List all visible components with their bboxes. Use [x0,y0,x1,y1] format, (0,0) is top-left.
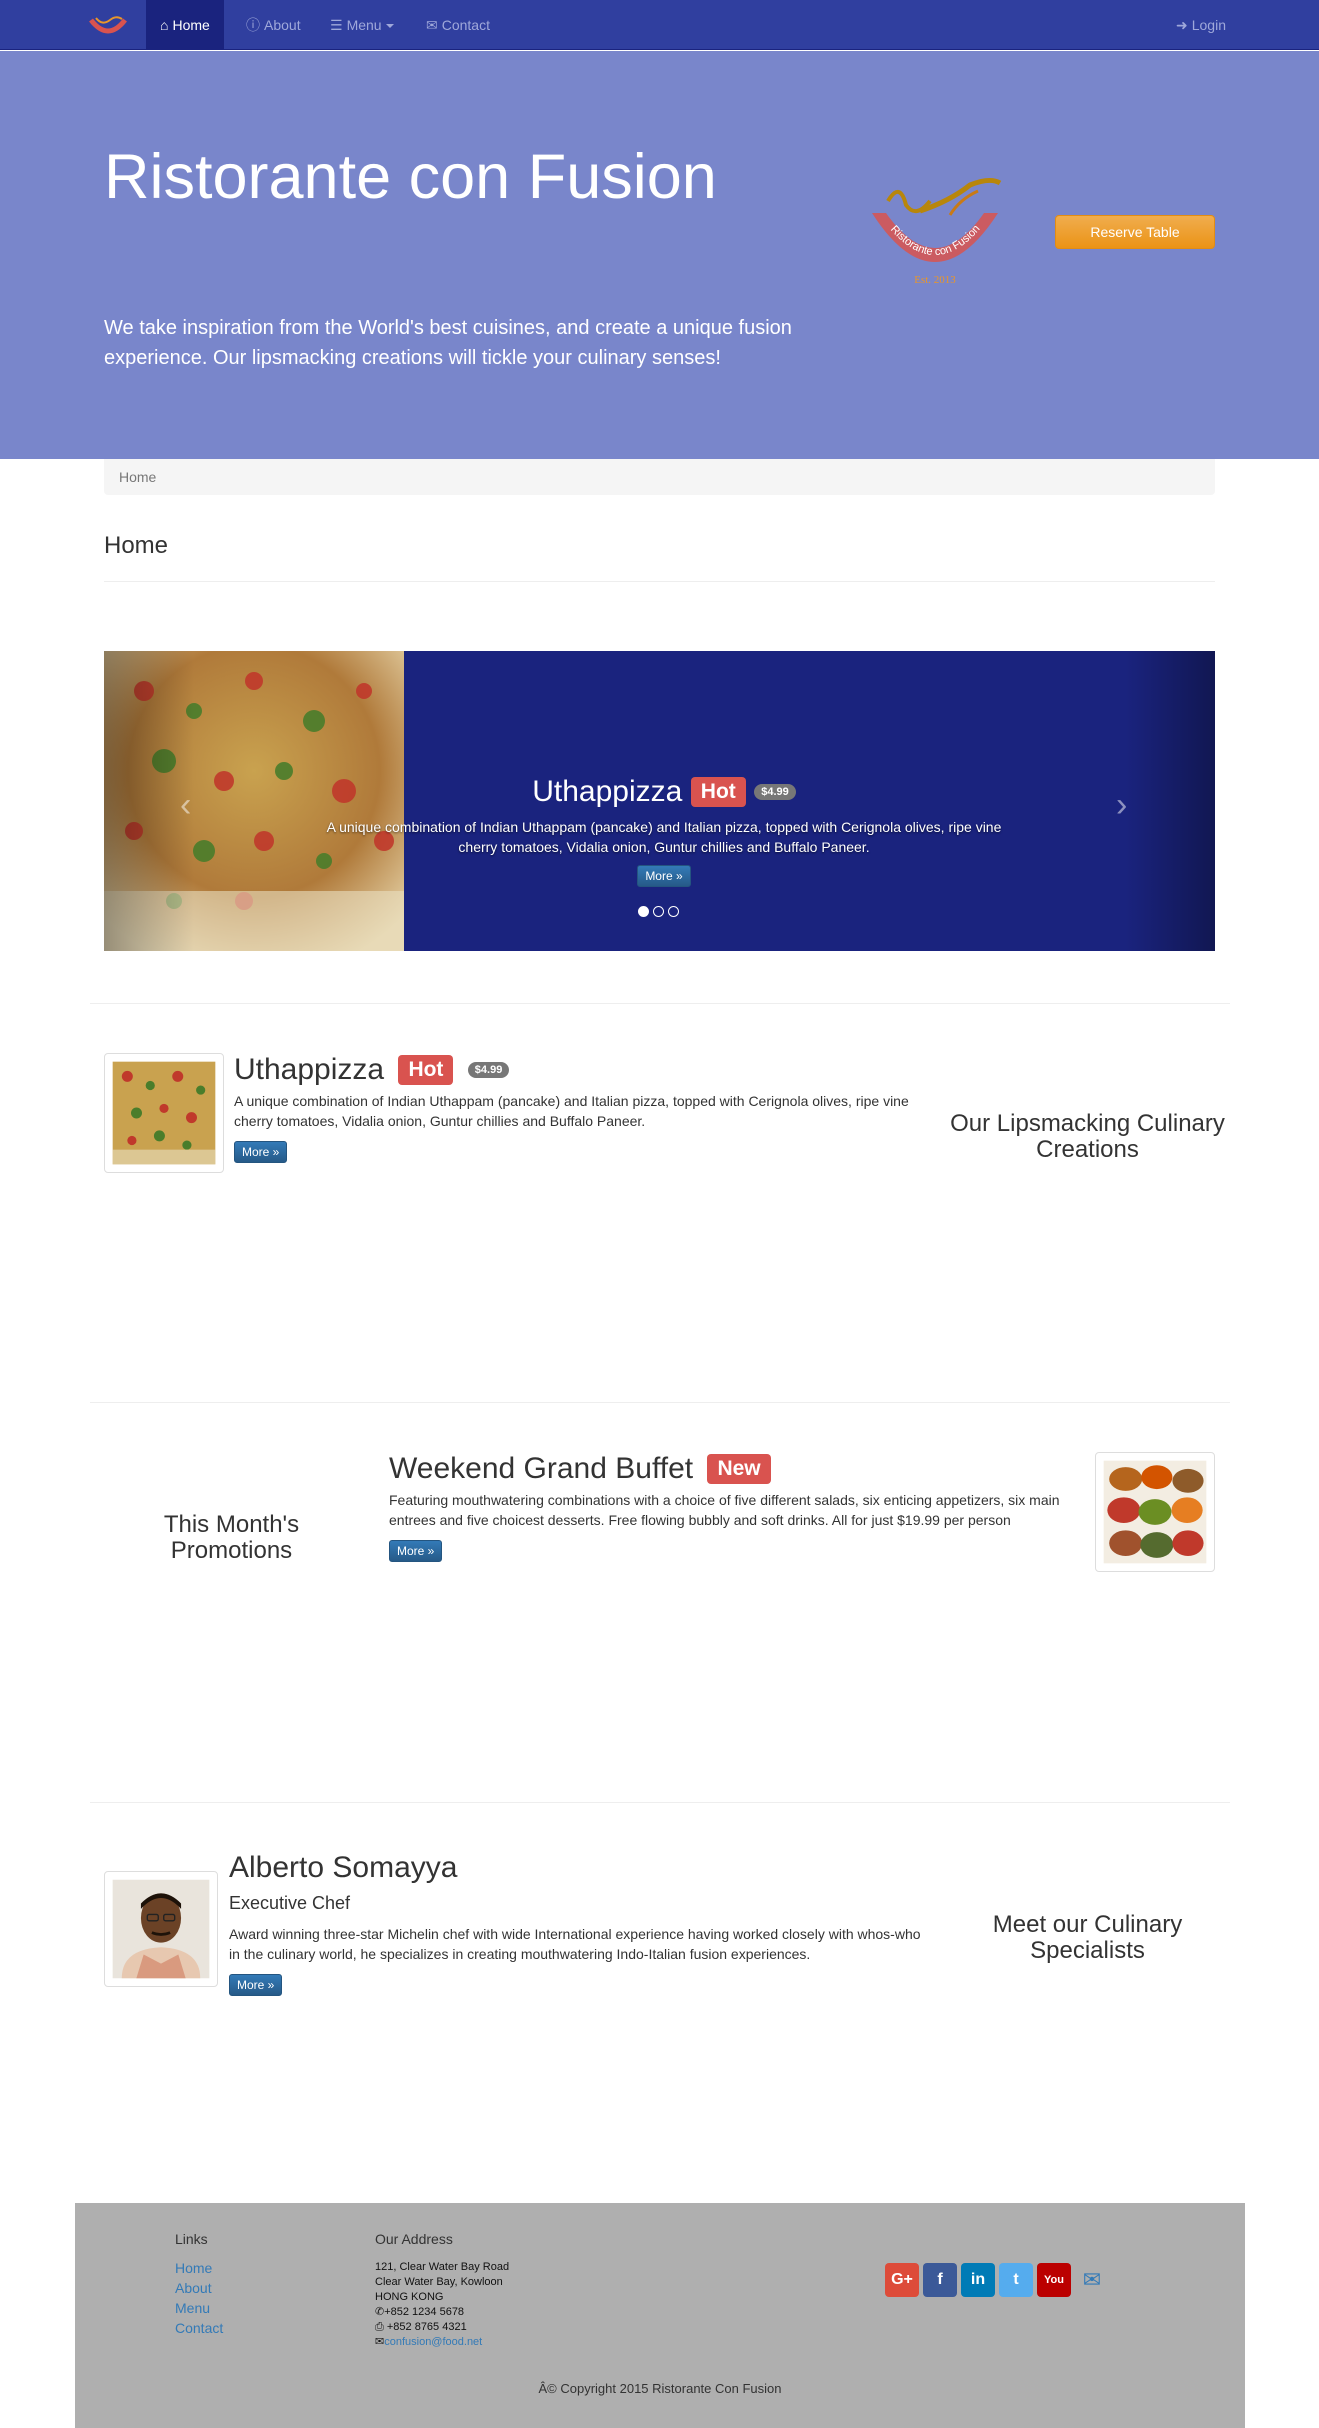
leader-designation: Executive Chef [229,1893,351,1913]
dish-price-badge: $4.99 [467,1062,510,1079]
nav-contact-label: Contact [441,17,490,33]
carousel-more-button[interactable]: More » [637,865,691,887]
address-line: Clear Water Bay, Kowloon [375,2276,503,2288]
linkedin-icon[interactable]: in [961,2263,995,2297]
footer-links-title: Links [175,2231,208,2247]
restaurant-logo: Ristorante con Fusion Est. 2013 [872,177,1002,286]
dish-side-title: Our Lipsmacking Culinary Creations [950,1110,1225,1163]
carousel-next-area[interactable] [1125,651,1215,951]
chef-photo [104,1871,218,1987]
logo-est: Est. 2013 [914,274,956,286]
reserve-table-button[interactable]: Reserve Table [1055,215,1215,249]
breadcrumb-home[interactable]: Home [119,469,156,485]
dish-description: A unique combination of Indian Uthappam … [234,1093,909,1129]
chevron-left-icon[interactable]: ‹ [180,786,191,825]
jumbotron-title: Ristorante con Fusion [104,142,717,212]
nav-about-label: About [264,17,301,33]
footer-phone: +852 1234 5678 [384,2306,465,2318]
address-line: HONG KONG [375,2291,444,2303]
carousel-indicators [636,904,681,922]
nav-contact[interactable]: ✉ Contact [412,0,504,50]
carousel-indicator[interactable] [653,906,664,917]
footer-link-menu[interactable]: Menu [175,2300,210,2316]
nav-menu-label: Menu [346,17,382,33]
login-icon: ➜ [1176,17,1188,33]
facebook-icon[interactable]: f [923,2263,957,2297]
promotion-side-title: This Month's Promotions [163,1511,300,1564]
footer-link-home[interactable]: Home [175,2260,212,2276]
envelope-icon: ✉ [375,2336,385,2348]
dish-thumbnail [104,1053,224,1173]
divider [90,1802,1230,1803]
footer-address-title: Our Address [375,2231,453,2247]
buffet-thumbnail [1095,1452,1215,1572]
google-plus-icon[interactable]: G+ [885,2263,919,2297]
brand-logo[interactable] [88,12,128,40]
fax-icon: ⎙ [375,2321,384,2333]
info-icon: ⓘ [246,17,260,33]
promotion-heading: Weekend Grand Buffet New [389,1451,771,1486]
footer: Links Home About Menu Contact Our Addres… [75,2203,1245,2428]
nav-login-label: Login [1191,17,1226,33]
breadcrumb: Home [104,459,1215,495]
footer-link-about[interactable]: About [175,2280,212,2296]
caret-down-icon [385,24,394,29]
carousel-hot-label: Hot [690,777,746,807]
list-icon: ☰ [330,17,343,33]
promotion-more-button[interactable]: More » [389,1540,443,1562]
divider [90,1003,1230,1004]
promotion-new-label: New [707,1454,771,1485]
carousel-caption: Uthappizza Hot $4.99 A unique combinatio… [324,775,1004,887]
footer-fax: +852 8765 4321 [383,2321,467,2333]
dish-more-button[interactable]: More » [234,1141,288,1163]
carousel-price-badge: $4.99 [754,784,796,800]
nav-home-label: Home [172,17,210,33]
dish-heading: Uthappizza Hot $4.99 [234,1052,510,1087]
carousel-indicator[interactable] [668,906,679,917]
leader-heading: Alberto Somayya [229,1850,457,1885]
navbar: ⌂ Home ⓘ About ☰ Menu ✉ Contact ➜ Login [0,0,1319,50]
footer-address: 121, Clear Water Bay Road Clear Water Ba… [375,2260,509,2350]
leader-side-title: Meet our Culinary Specialists [992,1911,1183,1964]
jumbotron-text: We take inspiration from the World's bes… [104,317,792,369]
leader-description: Award winning three-star Michelin chef w… [229,1926,921,1962]
dish-title: Uthappizza [234,1053,385,1087]
divider [104,581,1215,582]
page-title: Home [104,532,169,559]
mail-icon[interactable]: ✉ [1075,2263,1109,2297]
divider [90,1402,1230,1403]
copyright: Â© Copyright 2015 Ristorante Con Fusion [538,2381,782,2396]
carousel-title: Uthappizza [532,775,683,808]
chevron-right-icon[interactable]: › [1116,786,1127,825]
jumbotron: Ristorante con Fusion We take inspiratio… [0,51,1319,459]
footer-email[interactable]: confusion@food.net [384,2336,482,2348]
carousel-description: A unique combination of Indian Uthappam … [326,819,1002,855]
logo-text: Ristorante con Fusion [888,223,982,258]
dish-hot-label: Hot [398,1055,454,1086]
phone-icon: ✆ [375,2306,385,2318]
youtube-icon[interactable]: You [1037,2263,1071,2297]
address-line: 121, Clear Water Bay Road [375,2261,510,2273]
home-icon: ⌂ [160,17,169,33]
envelope-icon: ✉ [426,17,438,33]
nav-home[interactable]: ⌂ Home [146,0,224,50]
promotion-title: Weekend Grand Buffet [389,1452,694,1486]
leader-more-button[interactable]: More » [229,1974,283,1996]
nav-login[interactable]: ➜ Login [1162,0,1240,50]
promotion-description: Featuring mouthwatering combinations wit… [389,1492,1060,1528]
carousel-indicator[interactable] [638,906,649,917]
carousel[interactable]: ‹ › Uthappizza Hot $4.99 A unique combin… [104,651,1215,951]
svg-text:Ristorante con Fusion: Ristorante con Fusion [888,223,982,258]
nav-menu[interactable]: ☰ Menu [316,0,408,50]
nav-about[interactable]: ⓘ About [232,0,315,50]
leader-name: Alberto Somayya [229,1851,458,1885]
twitter-icon[interactable]: t [999,2263,1033,2297]
footer-link-contact[interactable]: Contact [175,2320,223,2336]
